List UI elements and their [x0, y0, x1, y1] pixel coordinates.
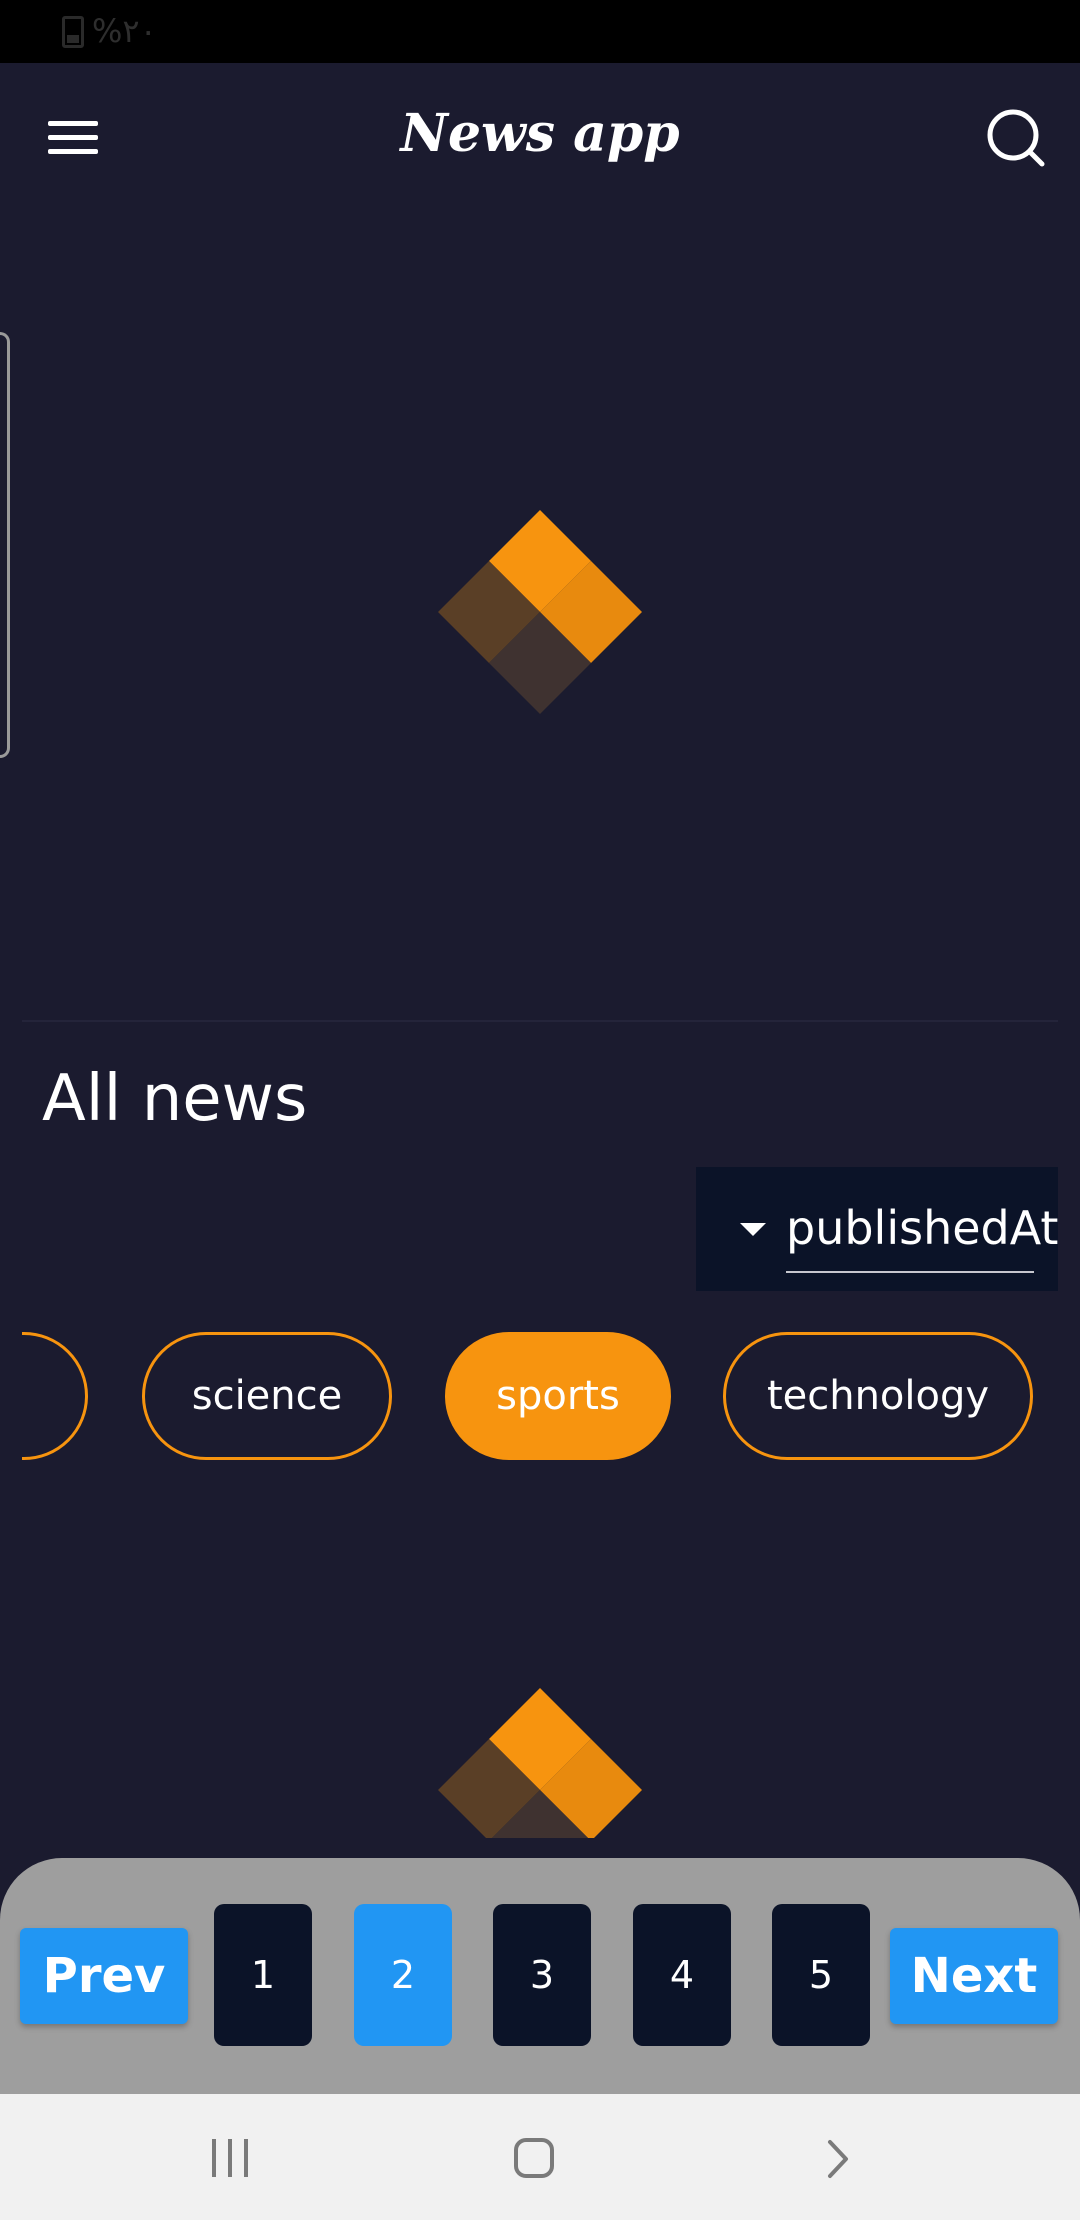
- drawer-handle[interactable]: [0, 332, 10, 758]
- search-icon[interactable]: [985, 107, 1047, 169]
- pagination-bar: Prev 1 2 3 4 5 Next: [0, 1858, 1080, 2094]
- prev-page-button[interactable]: Prev: [20, 1928, 188, 2024]
- category-chip-technology[interactable]: technology: [723, 1332, 1033, 1460]
- app-bar: News app: [0, 63, 1080, 213]
- back-icon[interactable]: [818, 2138, 858, 2180]
- recents-icon[interactable]: [212, 2139, 252, 2177]
- sort-dropdown-value: publishedAt: [786, 1201, 1059, 1255]
- category-chips: n science sports technology: [22, 1330, 1058, 1464]
- sort-dropdown[interactable]: publishedAt: [696, 1167, 1058, 1291]
- loading-spinner-icon: [438, 510, 642, 714]
- section-title: All news: [42, 1062, 308, 1136]
- category-chip-partial[interactable]: n: [22, 1332, 88, 1460]
- system-nav-bar: [0, 2094, 1080, 2220]
- home-icon[interactable]: [514, 2138, 554, 2178]
- app-title: News app: [400, 103, 680, 164]
- category-chip-sports[interactable]: sports: [445, 1332, 671, 1460]
- battery-percentage: %۲۰: [92, 12, 157, 50]
- dropdown-arrow-icon: [740, 1223, 766, 1236]
- next-page-button[interactable]: Next: [890, 1928, 1058, 2024]
- status-bar: %۲۰: [0, 0, 1080, 63]
- page-button-5[interactable]: 5: [772, 1904, 870, 2046]
- divider: [22, 1020, 1058, 1022]
- category-chip-science[interactable]: science: [142, 1332, 392, 1460]
- loading-spinner-icon: [438, 1688, 642, 1838]
- dropdown-underline: [786, 1271, 1034, 1273]
- page-button-3[interactable]: 3: [493, 1904, 591, 2046]
- page-button-2[interactable]: 2: [354, 1904, 452, 2046]
- page-button-4[interactable]: 4: [633, 1904, 731, 2046]
- battery-icon: [62, 16, 84, 48]
- page-button-1[interactable]: 1: [214, 1904, 312, 2046]
